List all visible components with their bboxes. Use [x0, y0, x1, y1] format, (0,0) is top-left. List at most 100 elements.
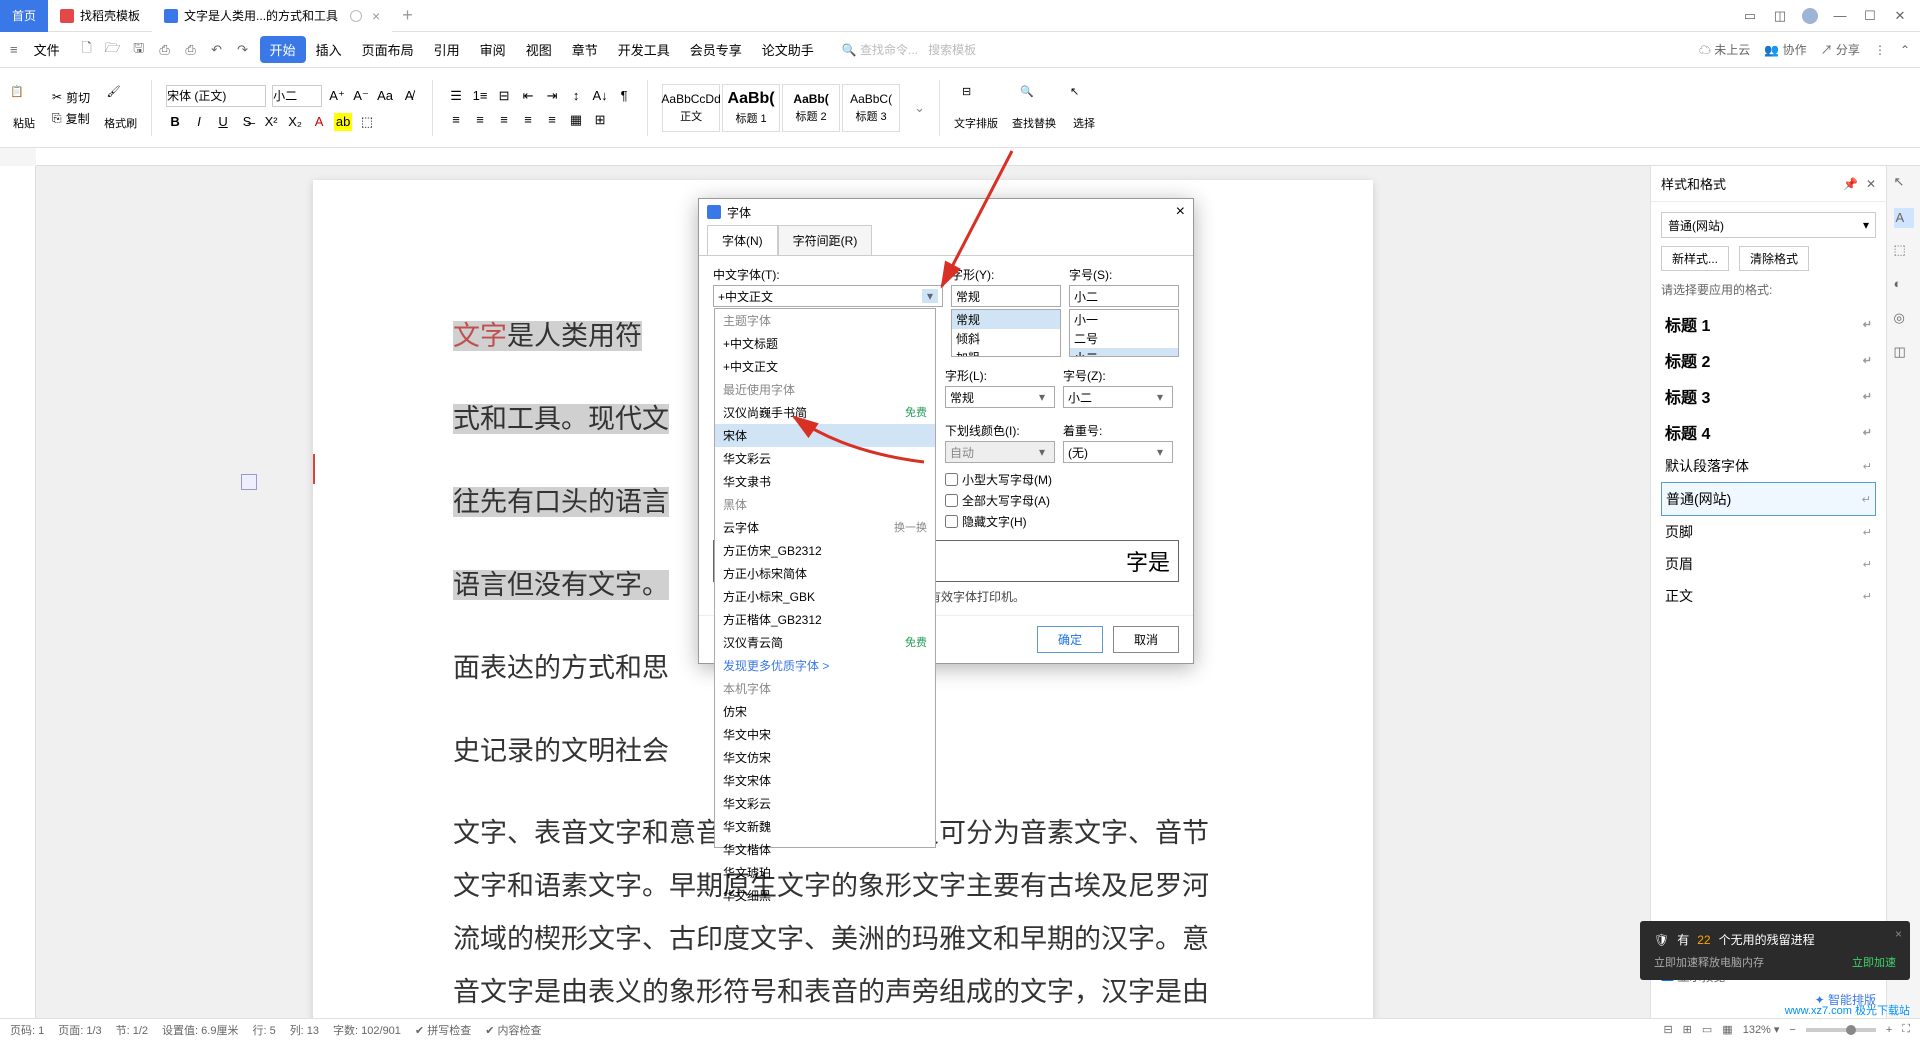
maximize-icon[interactable]: ☐: [1862, 8, 1878, 24]
zoom-combo[interactable]: 132% ▾: [1743, 1023, 1780, 1036]
strike-button[interactable]: S̶: [238, 113, 256, 131]
print-preview-icon[interactable]: ⎙: [182, 41, 200, 59]
sb-pointer-icon[interactable]: ↖: [1894, 174, 1914, 194]
cn-font-combo[interactable]: +中文正文▾ 主题字体 +中文标题 +中文正文 最近使用字体 汉仪尚巍手书简免费…: [713, 285, 943, 307]
ok-button[interactable]: 确定: [1037, 626, 1103, 653]
style-item[interactable]: 正文↵: [1661, 580, 1876, 612]
menu-devtools[interactable]: 开发工具: [608, 36, 680, 63]
font-opt-cn-title[interactable]: +中文标题: [715, 332, 935, 355]
status-page-num[interactable]: 页码: 1: [10, 1022, 44, 1038]
menu-review[interactable]: 审阅: [470, 36, 516, 63]
chevron-down-icon[interactable]: ▾: [922, 289, 938, 303]
font-opt-hwxw[interactable]: 华文新魏: [715, 815, 935, 838]
decrease-indent-icon[interactable]: ⇤: [519, 87, 537, 105]
subscript-button[interactable]: X₂: [286, 113, 304, 131]
cloud-status[interactable]: ☁ 未上云: [1699, 41, 1750, 58]
minimize-icon[interactable]: —: [1832, 8, 1848, 24]
accelerate-button[interactable]: 立即加速: [1852, 954, 1896, 970]
tab-close-icon[interactable]: ×: [372, 8, 380, 24]
bold-button[interactable]: B: [166, 113, 184, 131]
style-item[interactable]: 标题 4↵: [1661, 414, 1876, 450]
search-template-input[interactable]: 搜索模板: [928, 41, 976, 58]
font-opt-simsun[interactable]: 宋体: [715, 424, 935, 447]
sb-style-icon[interactable]: A: [1894, 208, 1914, 228]
sb-select-icon[interactable]: ⬚: [1894, 242, 1914, 262]
window-close-icon[interactable]: ✕: [1892, 8, 1908, 24]
tab-font[interactable]: 字体(N): [707, 225, 778, 255]
reading-mode-icon[interactable]: ▭: [1742, 8, 1758, 24]
menu-file[interactable]: 文件: [24, 36, 70, 63]
zoom-out-button[interactable]: −: [1789, 1024, 1795, 1036]
number-list-icon[interactable]: 1≡: [471, 87, 489, 105]
font-opt-fzkt[interactable]: 方正楷体_GB2312: [715, 608, 935, 631]
styles-dropdown-icon[interactable]: ⌄: [914, 100, 925, 116]
tab-spacing[interactable]: 字符间距(R): [778, 225, 873, 255]
sb-shape-icon[interactable]: ◐: [1894, 276, 1914, 296]
borders-icon[interactable]: ⊞: [591, 111, 609, 129]
text-layout-button[interactable]: ⊟文字排版: [954, 85, 998, 131]
hamburger-icon[interactable]: ≡: [10, 42, 18, 57]
emphasis-combo[interactable]: (无)▾: [1063, 441, 1173, 463]
zoom-in-button[interactable]: +: [1886, 1024, 1892, 1036]
view-outline-icon[interactable]: ⊟: [1663, 1023, 1672, 1036]
font-opt-hwst[interactable]: 华文宋体: [715, 769, 935, 792]
new-icon[interactable]: 🗋: [78, 41, 96, 59]
spell-check-button[interactable]: ✔ 拼写检查: [415, 1022, 471, 1038]
font-opt-cloud[interactable]: 云字体换一换: [715, 516, 935, 539]
style-normal[interactable]: AaBbCcDd正文: [662, 84, 720, 132]
decrease-font-icon[interactable]: A⁻: [352, 87, 370, 105]
font-opt-hwls[interactable]: 华文隶书: [715, 470, 935, 493]
cooperate-button[interactable]: 👥 协作: [1764, 41, 1806, 58]
status-position[interactable]: 设置值: 6.9厘米: [162, 1022, 238, 1038]
style-listbox[interactable]: 常规 倾斜 加粗: [951, 309, 1061, 357]
cut-button[interactable]: ✂ 剪切: [52, 89, 90, 106]
font-opt-hwhp[interactable]: 华文琥珀: [715, 861, 935, 884]
open-icon[interactable]: 🗁: [104, 41, 122, 59]
style-h2[interactable]: AaBb(标题 2: [782, 84, 840, 132]
style-h1[interactable]: AaBb(标题 1: [722, 84, 780, 132]
multilevel-icon[interactable]: ⊟: [495, 87, 513, 105]
more-menu-icon[interactable]: ⋮: [1874, 43, 1886, 57]
status-col[interactable]: 列: 13: [290, 1022, 319, 1038]
show-marks-icon[interactable]: ¶: [615, 87, 633, 105]
select-button[interactable]: ↖选择: [1070, 85, 1098, 131]
style-item[interactable]: 标题 1↵: [1661, 306, 1876, 342]
font-opt-hyqy[interactable]: 汉仪青云简免费: [715, 631, 935, 654]
align-left-icon[interactable]: ≡: [447, 111, 465, 129]
find-replace-button[interactable]: 🔍查找替换: [1012, 85, 1056, 131]
share-button[interactable]: ↗ 分享: [1821, 41, 1860, 58]
superscript-button[interactable]: X²: [262, 113, 280, 131]
font-opt-hwkt[interactable]: 华文楷体: [715, 838, 935, 861]
app-grid-icon[interactable]: ◫: [1772, 8, 1788, 24]
font-opt-fzxbj[interactable]: 方正小标宋简体: [715, 562, 935, 585]
view-web-icon[interactable]: ⊞: [1683, 1023, 1692, 1036]
sb-location-icon[interactable]: ◎: [1894, 310, 1914, 330]
align-right-icon[interactable]: ≡: [495, 111, 513, 129]
tab-document[interactable]: 文字是人类用...的方式和工具 ×: [152, 0, 392, 32]
menu-insert[interactable]: 插入: [306, 36, 352, 63]
dialog-close-icon[interactable]: ×: [1176, 203, 1185, 221]
menu-chapter[interactable]: 章节: [562, 36, 608, 63]
format-brush-button[interactable]: 🖌格式刷: [104, 85, 137, 131]
size-select[interactable]: [272, 85, 322, 107]
panel-close-icon[interactable]: ✕: [1866, 177, 1876, 191]
font-opt-fs[interactable]: 仿宋: [715, 700, 935, 723]
notif-close-icon[interactable]: ×: [1895, 927, 1902, 941]
current-style-combo[interactable]: 普通(网站)▾: [1661, 212, 1876, 238]
save-icon[interactable]: 🖫: [130, 41, 148, 59]
increase-indent-icon[interactable]: ⇥: [543, 87, 561, 105]
style-item[interactable]: 页眉↵: [1661, 548, 1876, 580]
undo-icon[interactable]: ↶: [208, 41, 226, 59]
new-tab-button[interactable]: +: [392, 5, 423, 26]
size2-combo[interactable]: 小二▾: [1063, 386, 1173, 408]
redo-icon[interactable]: ↷: [234, 41, 252, 59]
all-caps-checkbox[interactable]: 全部大写字母(A): [945, 492, 1179, 509]
print-icon[interactable]: ⎙: [156, 41, 174, 59]
line-spacing-icon[interactable]: ↕: [567, 87, 585, 105]
clear-format-icon[interactable]: A̸: [400, 87, 418, 105]
style-input[interactable]: 常规: [951, 285, 1061, 307]
status-pages[interactable]: 页面: 1/3: [58, 1022, 101, 1038]
hidden-text-checkbox[interactable]: 隐藏文字(H): [945, 513, 1179, 530]
menu-start[interactable]: 开始: [260, 36, 306, 63]
sort-icon[interactable]: A↓: [591, 87, 609, 105]
